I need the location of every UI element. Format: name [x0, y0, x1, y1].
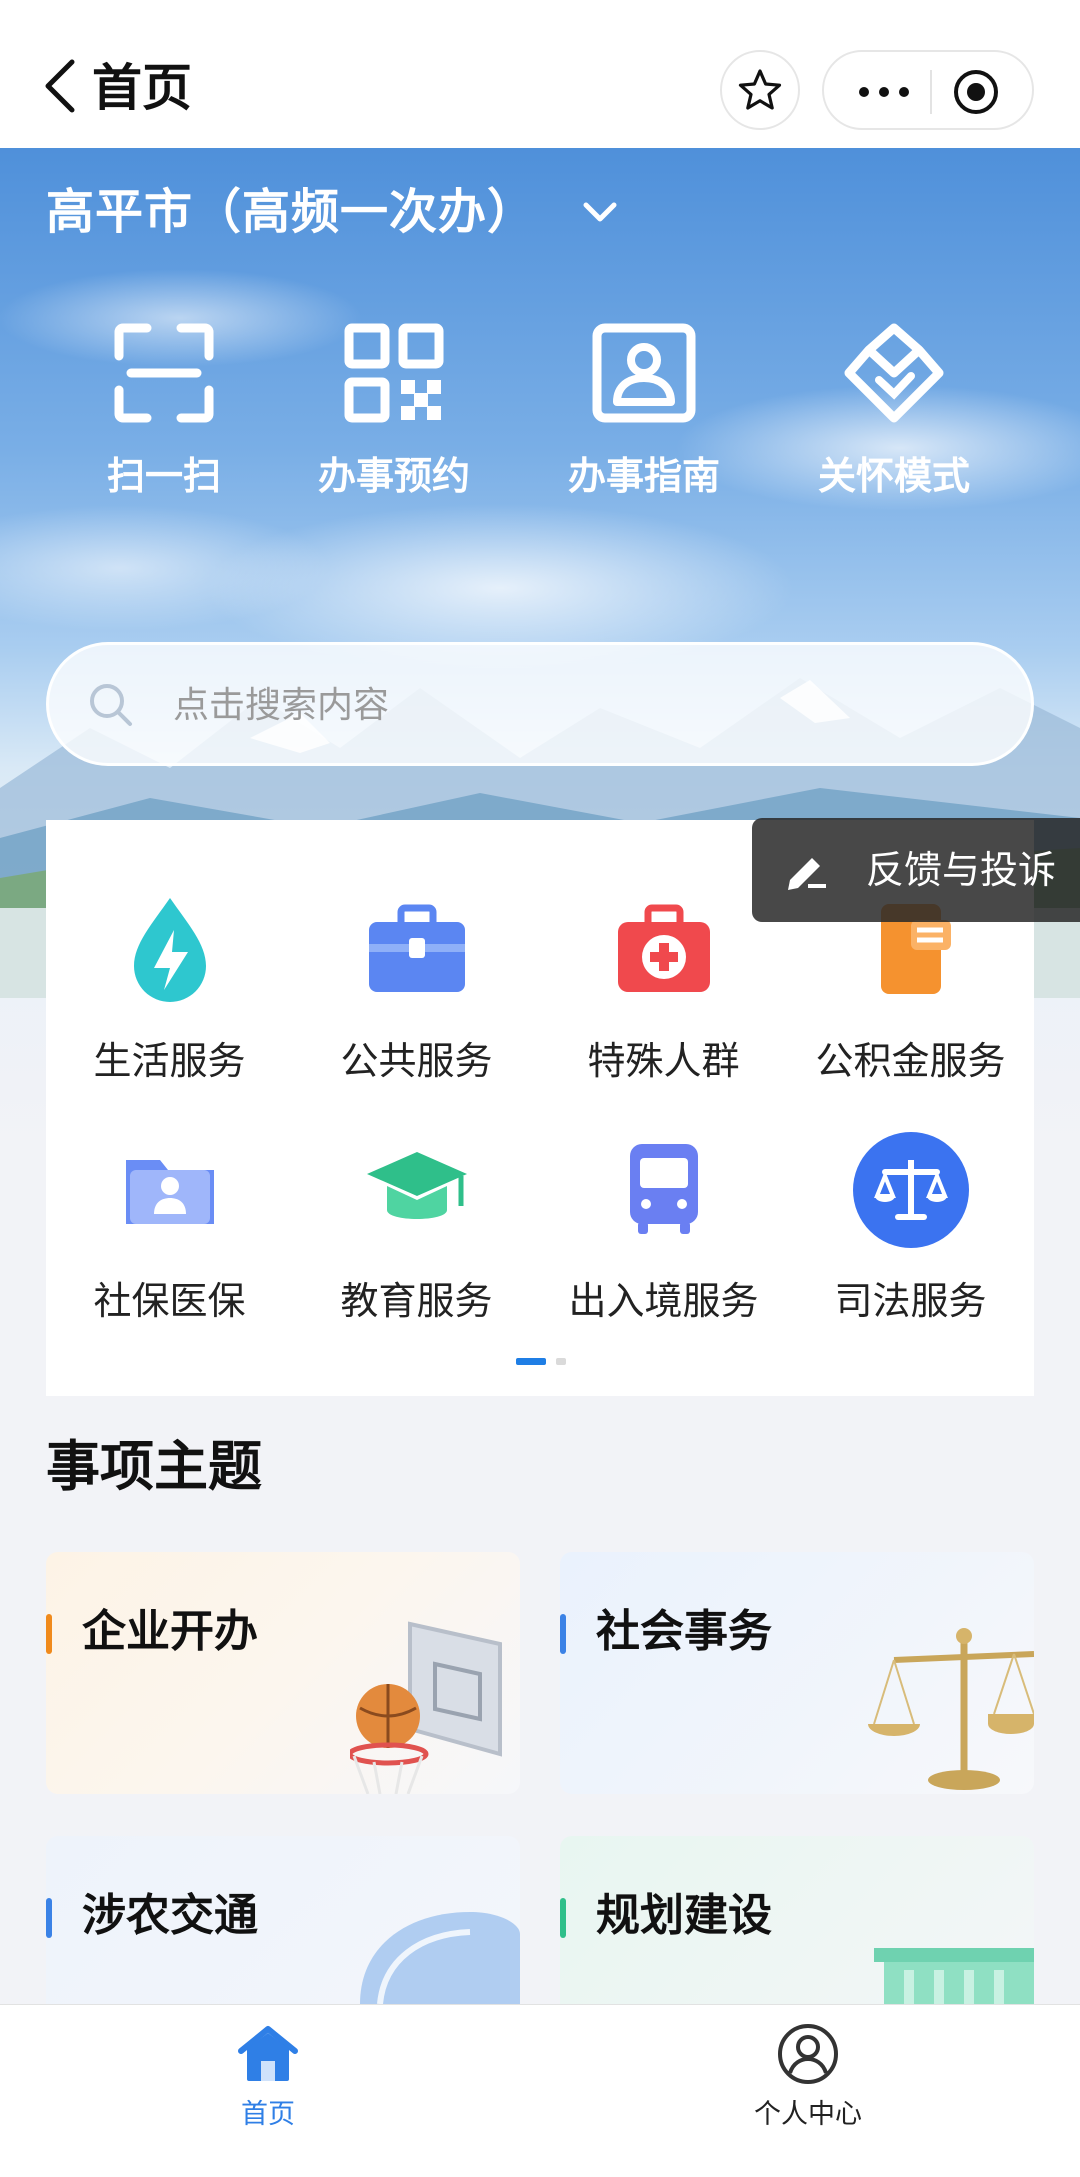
search-bar[interactable]: 点击搜索内容: [46, 642, 1034, 766]
person-folder-icon: [125, 1160, 214, 1224]
quick-action-label: 关怀模式: [817, 454, 970, 498]
briefcase-icon: [368, 904, 465, 992]
service-item-entry-exit[interactable]: 出入境服务: [540, 1130, 787, 1326]
quick-action-guide[interactable]: 办事指南: [544, 318, 744, 500]
page-indicator: [516, 1358, 576, 1366]
tab-label: 个人中心: [754, 2099, 862, 2130]
search-placeholder: 点击搜索内容: [173, 685, 390, 726]
service-item-education[interactable]: 教育服务: [293, 1130, 540, 1326]
theme-accent-bar: [46, 1614, 52, 1654]
service-label: 公积金服务: [815, 1039, 1006, 1083]
service-item-public[interactable]: 公共服务: [293, 890, 540, 1086]
quick-action-label: 办事指南: [567, 454, 720, 498]
edit-icon: [788, 858, 826, 890]
quick-action-scan[interactable]: 扫一扫: [64, 318, 264, 500]
home-icon: [238, 2026, 298, 2081]
building-icon: [874, 1948, 1034, 2004]
theme-card-agri-transport[interactable]: 涉农交通: [46, 1836, 520, 2004]
star-icon: [738, 69, 782, 110]
service-item-social-insurance[interactable]: 社保医保: [46, 1130, 293, 1326]
lightning-drop-icon: [133, 898, 206, 1002]
user-circle-icon: [778, 2024, 838, 2084]
basketball-hoop-icon: [350, 1621, 502, 1794]
search-icon: [90, 684, 132, 726]
page-indicator-active: [516, 1358, 546, 1365]
city-name: 高平市（高频一次办）: [46, 184, 537, 240]
quick-action-label: 办事预约: [317, 454, 470, 498]
theme-accent-bar: [560, 1614, 566, 1654]
theme-label: 社会事务: [596, 1606, 772, 1657]
service-label: 生活服务: [93, 1039, 246, 1083]
quick-action-label: 扫一扫: [106, 454, 221, 498]
qr-code-icon: [344, 323, 444, 423]
page-title: 首页: [92, 59, 192, 117]
service-label: 司法服务: [834, 1279, 987, 1323]
theme-accent-bar: [46, 1898, 52, 1938]
helmet-icon: [360, 1912, 520, 2004]
quick-action-care-mode[interactable]: 关怀模式: [794, 318, 994, 500]
service-item-special-groups[interactable]: 特殊人群: [540, 890, 787, 1086]
care-heart-icon: [844, 323, 944, 423]
scales-icon: [868, 1628, 1034, 1790]
theme-label: 企业开办: [82, 1606, 258, 1657]
quick-actions: 扫一扫 办事预约 办事指南 关怀模式: [0, 318, 1080, 518]
feedback-label: 反馈与投诉: [866, 848, 1057, 892]
top-nav-bar: 首页: [0, 0, 1080, 148]
section-title-themes: 事项主题: [46, 1435, 262, 1498]
service-item-judicial[interactable]: 司法服务: [787, 1130, 1034, 1326]
service-label: 公共服务: [340, 1039, 493, 1083]
more-dots-icon[interactable]: [854, 74, 914, 110]
theme-card-social-affairs[interactable]: 社会事务: [560, 1552, 1034, 1794]
page-indicator-inactive: [556, 1358, 566, 1365]
chevron-left-icon[interactable]: [40, 56, 80, 116]
service-label: 特殊人群: [587, 1039, 740, 1083]
theme-label: 涉农交通: [82, 1890, 258, 1941]
graduation-cap-icon: [366, 1152, 467, 1219]
feedback-button[interactable]: 反馈与投诉: [752, 818, 1080, 922]
chevron-down-icon: [583, 202, 617, 222]
tab-home[interactable]: 首页: [118, 2021, 418, 2133]
theme-card-planning[interactable]: 规划建设: [560, 1836, 1034, 2004]
bus-icon: [629, 1144, 698, 1234]
service-label: 教育服务: [340, 1279, 493, 1323]
theme-card-business[interactable]: 企业开办: [46, 1552, 520, 1794]
service-item-life[interactable]: 生活服务: [46, 890, 293, 1086]
service-label: 社保医保: [93, 1279, 246, 1323]
quick-action-appointment[interactable]: 办事预约: [294, 318, 494, 500]
capsule-divider: [930, 70, 932, 114]
favorite-button[interactable]: [720, 50, 800, 130]
id-card-icon: [592, 323, 696, 423]
mini-program-capsule: [822, 50, 1034, 130]
city-selector[interactable]: 高平市（高频一次办）: [46, 182, 620, 242]
theme-label: 规划建设: [596, 1890, 772, 1941]
scales-icon: [852, 1132, 969, 1248]
tab-profile[interactable]: 个人中心: [658, 2021, 958, 2133]
target-icon[interactable]: [952, 68, 1000, 116]
tab-label: 首页: [241, 2099, 295, 2130]
theme-accent-bar: [560, 1898, 566, 1938]
scan-icon: [114, 323, 214, 423]
service-label: 出入境服务: [568, 1279, 759, 1323]
bottom-tab-bar: 首页 个人中心: [0, 2004, 1080, 2177]
medical-kit-icon: [617, 904, 710, 992]
